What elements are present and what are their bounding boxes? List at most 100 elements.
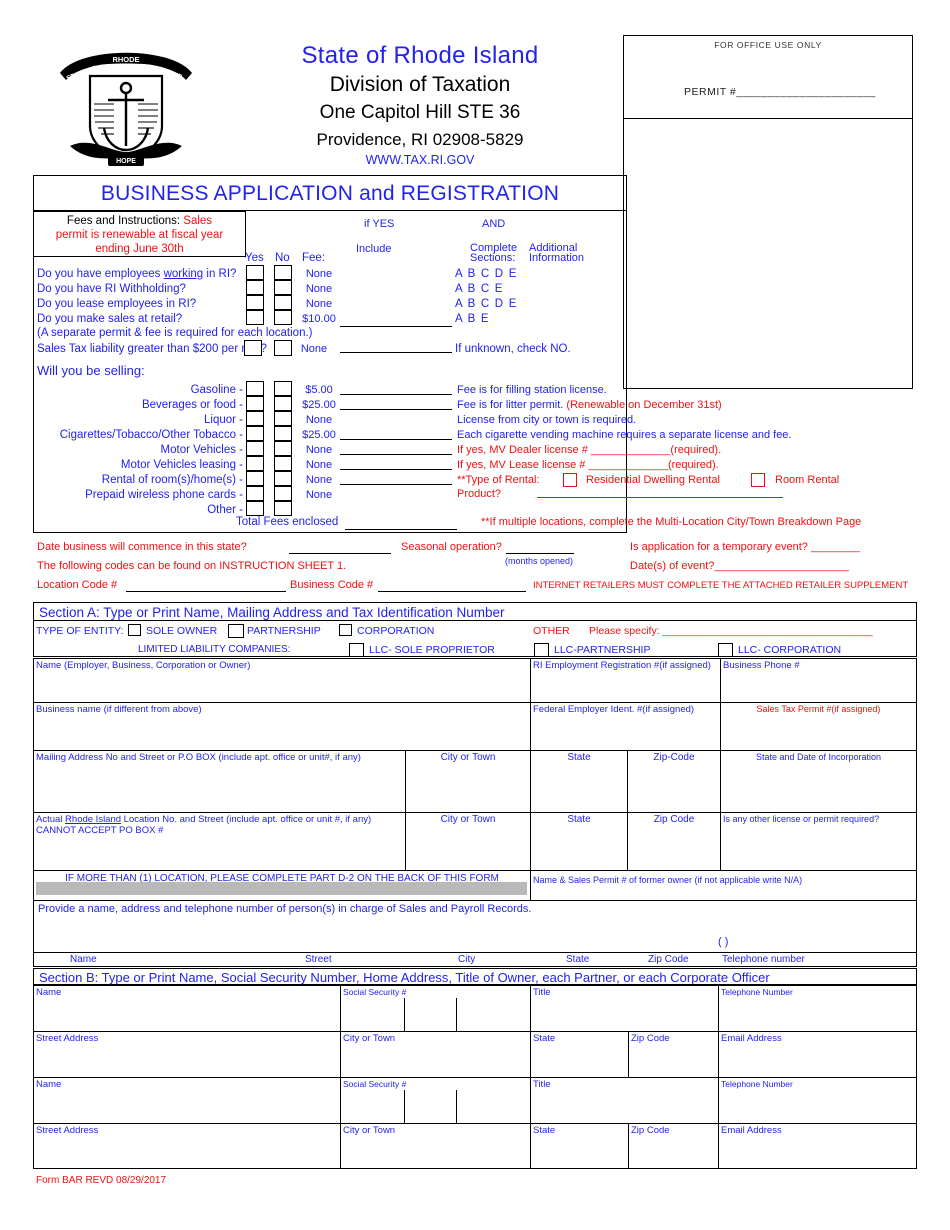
total-fees-line[interactable] <box>345 529 457 530</box>
officer1-email-cell[interactable]: Email Address <box>718 1031 917 1077</box>
agency-website[interactable]: WWW.TAX.RI.GOV <box>210 153 630 167</box>
office-use-blank-area[interactable] <box>623 119 913 389</box>
sales-tax-liability-yes-checkbox[interactable] <box>244 340 262 356</box>
location-code-line[interactable] <box>126 591 286 592</box>
question-1-yes-checkbox[interactable] <box>246 280 264 295</box>
selling-8-no-checkbox[interactable] <box>274 501 292 516</box>
fein-cell[interactable]: Federal Employer Ident. #(if assigned) <box>530 702 720 750</box>
officer2-zip-cell[interactable]: Zip Code <box>628 1123 718 1169</box>
question-0-yes-checkbox[interactable] <box>246 265 264 280</box>
selling-1-no-checkbox[interactable] <box>274 396 292 411</box>
mailing-state-cell[interactable]: State <box>530 750 627 812</box>
officer1-zip-label: Zip Code <box>631 1033 670 1044</box>
officer2-street-cell[interactable]: Street Address <box>33 1123 340 1169</box>
question-3-no-checkbox[interactable] <box>274 310 292 325</box>
permit-number-field[interactable]: PERMIT #______________________ <box>684 86 876 98</box>
selling-2-yes-checkbox[interactable] <box>246 411 264 426</box>
officer2-state-cell[interactable]: State <box>530 1123 628 1169</box>
selling-0-no-checkbox[interactable] <box>274 381 292 396</box>
former-owner-cell[interactable]: Name & Sales Permit # of former owner (i… <box>530 870 917 900</box>
selling-4-line[interactable] <box>340 454 452 455</box>
llc-sole-proprietor-checkbox[interactable] <box>349 643 364 657</box>
officer1-zip-cell[interactable]: Zip Code <box>628 1031 718 1077</box>
actual-location-cell[interactable]: Actual Rhode Island Location No. and Str… <box>33 812 405 870</box>
business-phone-cell[interactable]: Business Phone # <box>720 658 917 702</box>
actual-state-cell[interactable]: State <box>530 812 627 870</box>
residential-dwelling-rental-checkbox[interactable] <box>563 473 577 487</box>
selling-3-yes-checkbox[interactable] <box>246 426 264 441</box>
seasonal-line[interactable] <box>506 553 574 554</box>
selling-1-yes-checkbox[interactable] <box>246 396 264 411</box>
selling-2-no-checkbox[interactable] <box>274 411 292 426</box>
selling-5-yes-checkbox[interactable] <box>246 456 264 471</box>
officer2-email-cell[interactable]: Email Address <box>718 1123 917 1169</box>
room-rental-checkbox[interactable] <box>751 473 765 487</box>
temporary-event-label[interactable]: Is application for a temporary event? __… <box>630 541 860 553</box>
business-name-cell[interactable]: Business name (if different from above) <box>33 702 530 750</box>
officer1-street-cell[interactable]: Street Address <box>33 1031 340 1077</box>
selling-6-line[interactable] <box>340 484 452 485</box>
other-license-cell[interactable]: Is any other license or permit required? <box>720 812 917 870</box>
incorporation-cell[interactable]: State and Date of Incorporation <box>720 750 917 812</box>
event-dates-label[interactable]: Date(s) of event?______________________ <box>630 560 849 572</box>
selling-5-line[interactable] <box>340 469 452 470</box>
selling-0-line[interactable] <box>340 394 452 395</box>
sales-tax-liability-fee: None <box>300 343 328 355</box>
selling-6-no-checkbox[interactable] <box>274 471 292 486</box>
officer2-ssn-cell[interactable]: Social Security # <box>340 1077 530 1123</box>
records-person-cell[interactable]: Provide a name, address and telephone nu… <box>33 900 917 952</box>
selling-5-desc[interactable]: If yes, MV Lease license # _____________… <box>457 459 719 471</box>
officer1-title-cell[interactable]: Title <box>530 985 718 1031</box>
actual-city-cell[interactable]: City or Town <box>405 812 530 870</box>
officer2-phone-cell[interactable]: Telephone Number <box>718 1077 917 1123</box>
selling-7-yes-checkbox[interactable] <box>246 486 264 501</box>
officer1-city-cell[interactable]: City or Town <box>340 1031 530 1077</box>
selling-4-no-checkbox[interactable] <box>274 441 292 456</box>
mailing-zip-cell[interactable]: Zip-Code <box>627 750 720 812</box>
question-1-no-checkbox[interactable] <box>274 280 292 295</box>
product-answer-line[interactable] <box>537 497 783 498</box>
sales-tax-permit-cell[interactable]: Sales Tax Permit #(if assigned) <box>720 702 917 750</box>
records-header-state: State <box>566 954 590 965</box>
sales-tax-liability-line[interactable] <box>340 352 452 353</box>
selling-7-no-checkbox[interactable] <box>274 486 292 501</box>
officer1-name-cell[interactable]: Name <box>33 985 340 1031</box>
partnership-checkbox[interactable] <box>228 624 244 638</box>
selling-1-line[interactable] <box>340 409 452 410</box>
name-employer-cell[interactable]: Name (Employer, Business, Corporation or… <box>33 658 530 702</box>
mailing-address-cell[interactable]: Mailing Address No and Street or P.O BOX… <box>33 750 405 812</box>
llc-partnership-checkbox[interactable] <box>534 643 549 657</box>
selling-6-yes-checkbox[interactable] <box>246 471 264 486</box>
sole-owner-checkbox[interactable] <box>128 624 141 636</box>
question-2-yes-checkbox[interactable] <box>246 295 264 310</box>
selling-4-desc[interactable]: If yes, MV Dealer license # ____________… <box>457 444 721 456</box>
officer1-phone-cell[interactable]: Telephone Number <box>718 985 917 1031</box>
question-3-include-line[interactable] <box>340 326 452 327</box>
officer2-title-cell[interactable]: Title <box>530 1077 718 1123</box>
question-2-no-checkbox[interactable] <box>274 295 292 310</box>
question-3-yes-checkbox[interactable] <box>246 310 264 325</box>
selling-3-no-checkbox[interactable] <box>274 426 292 441</box>
selling-5-no-checkbox[interactable] <box>274 456 292 471</box>
selling-label-5: Motor Vehicles leasing - <box>120 459 243 471</box>
officer1-ssn-cell[interactable]: Social Security # <box>340 985 530 1031</box>
sales-tax-liability-no-checkbox[interactable] <box>274 340 292 356</box>
corporation-checkbox[interactable] <box>339 624 352 636</box>
actual-zip-cell[interactable]: Zip Code <box>627 812 720 870</box>
officer2-name-cell[interactable]: Name <box>33 1077 340 1123</box>
selling-label-6: Rental of room(s)/home(s) - <box>101 474 243 486</box>
mailing-city-cell[interactable]: City or Town <box>405 750 530 812</box>
other-entity-specify[interactable]: Please specify: ________________________… <box>589 625 873 637</box>
officer2-zip-label: Zip Code <box>631 1125 670 1136</box>
selling-0-yes-checkbox[interactable] <box>246 381 264 396</box>
selling-4-yes-checkbox[interactable] <box>246 441 264 456</box>
selling-3-line[interactable] <box>340 439 452 440</box>
question-0-no-checkbox[interactable] <box>274 265 292 280</box>
llc-corporation-checkbox[interactable] <box>718 643 733 657</box>
ri-employment-cell[interactable]: RI Employment Registration #(if assigned… <box>530 658 720 702</box>
selling-8-yes-checkbox[interactable] <box>246 501 264 516</box>
officer1-state-cell[interactable]: State <box>530 1031 628 1077</box>
commence-date-line[interactable] <box>289 553 391 554</box>
officer2-city-cell[interactable]: City or Town <box>340 1123 530 1169</box>
business-code-line[interactable] <box>378 591 526 592</box>
